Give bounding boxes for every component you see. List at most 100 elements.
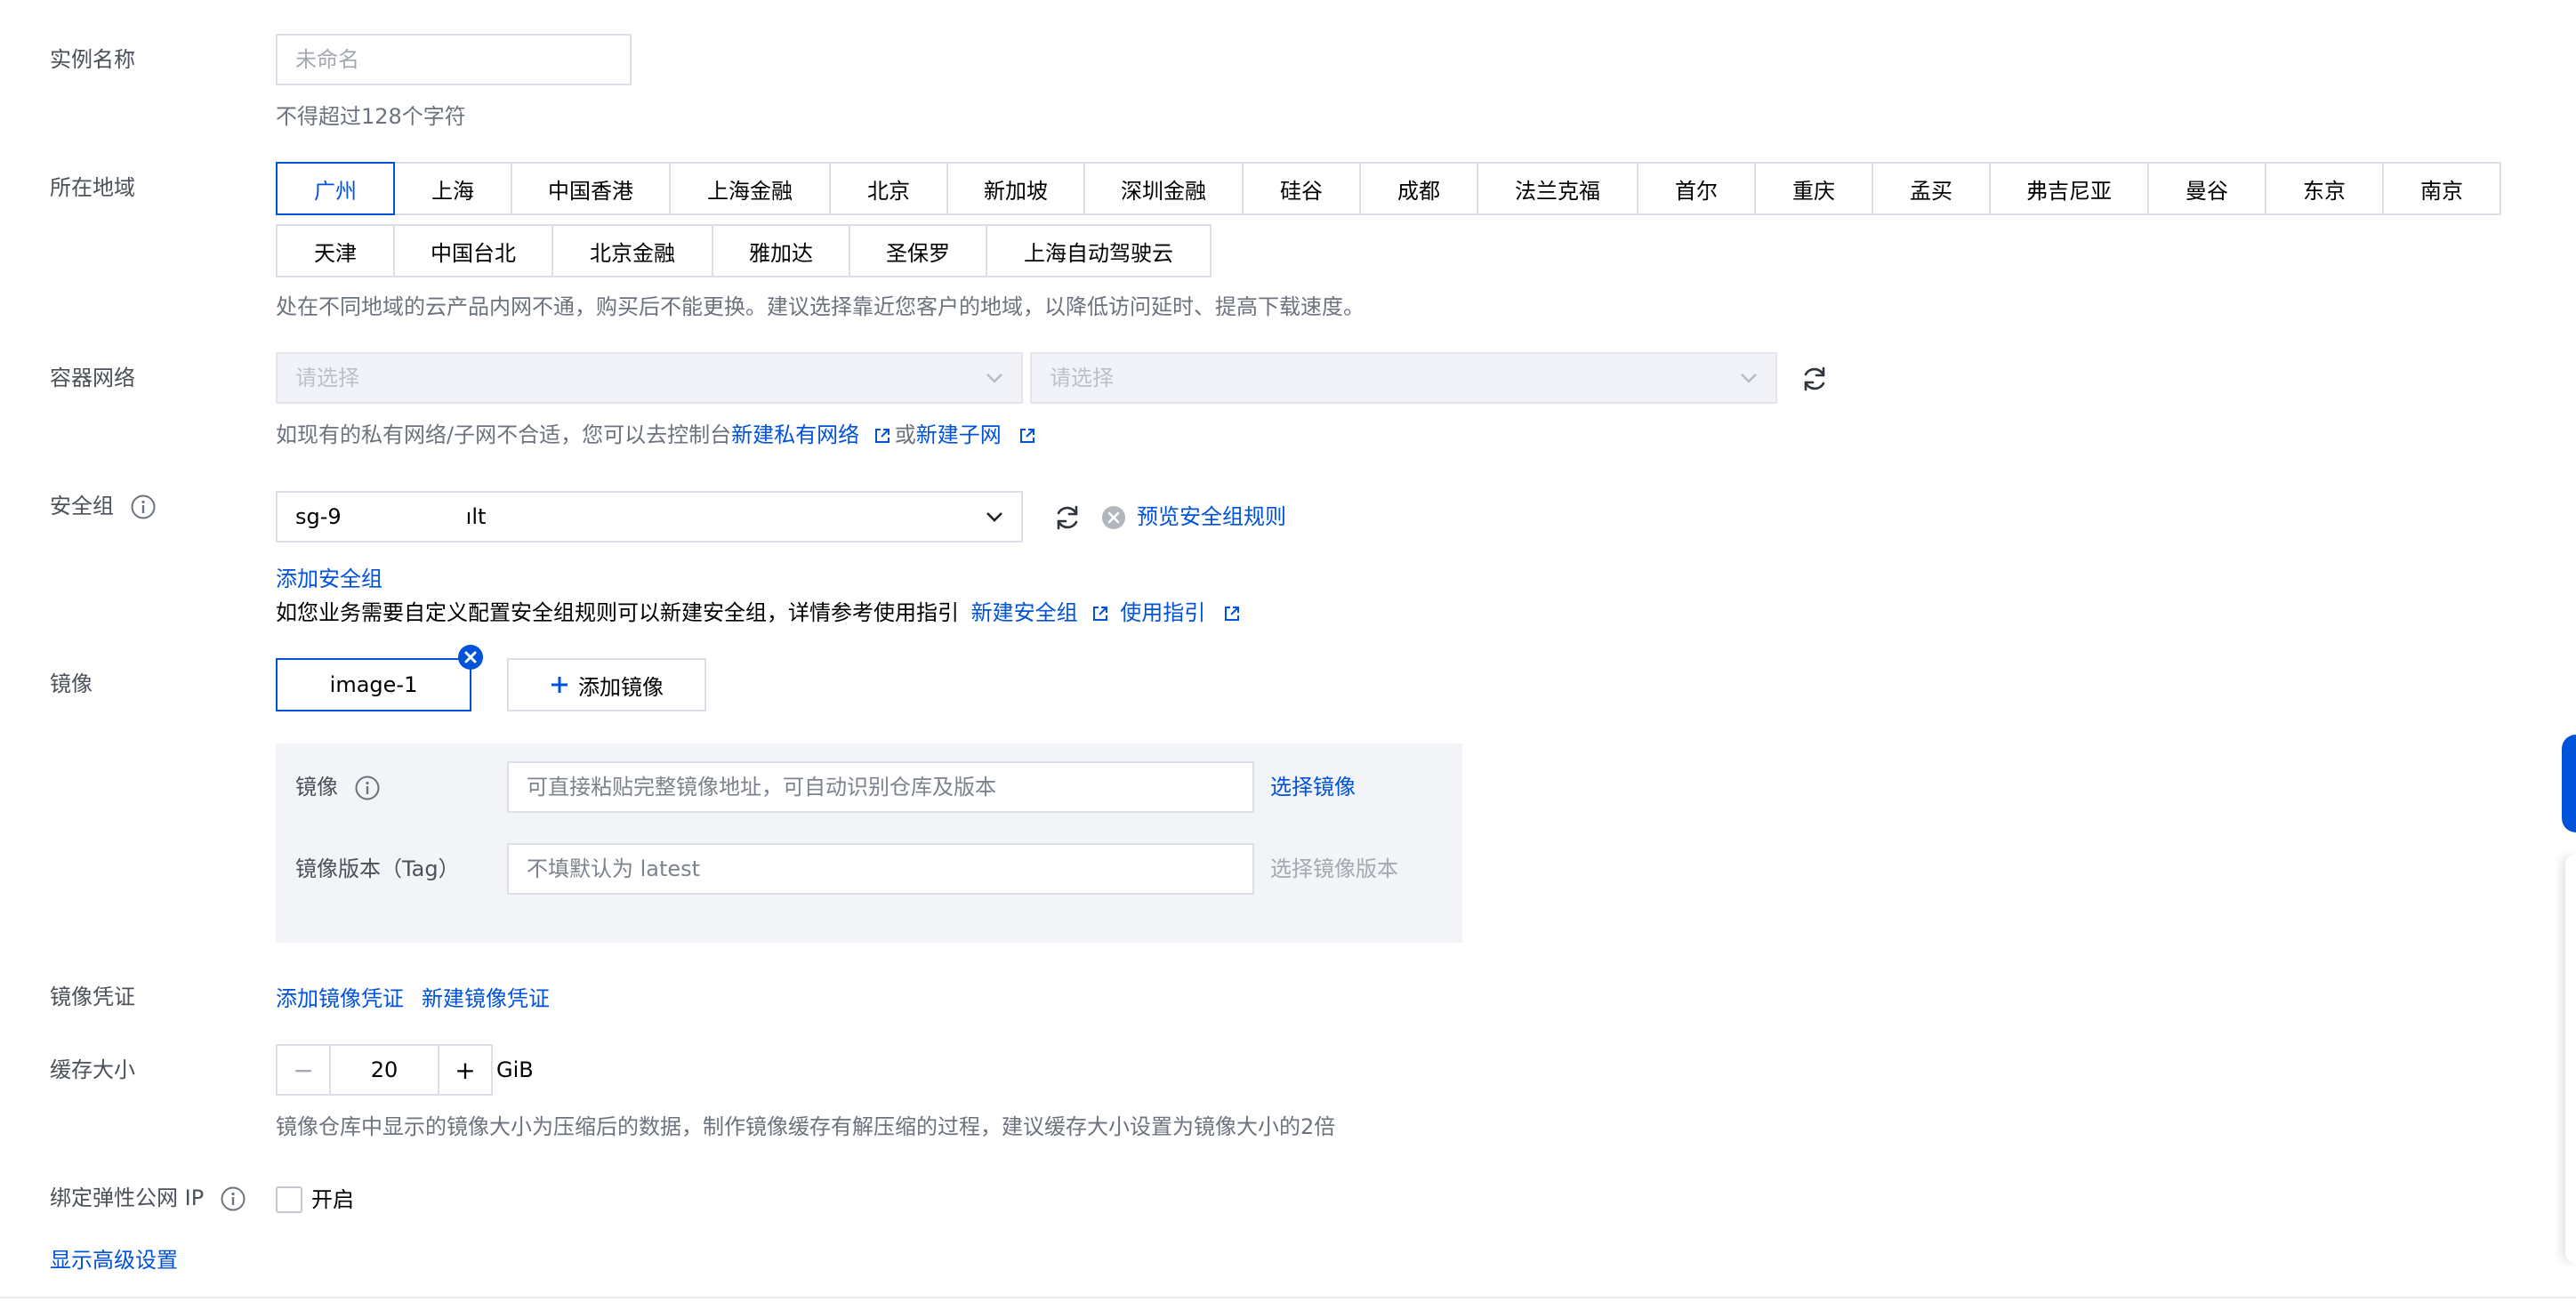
region-option[interactable]: 法兰克福 — [1477, 162, 1638, 215]
eip-checkbox-label[interactable]: 开启 — [311, 1185, 354, 1215]
image-address-placeholder: 可直接粘贴完整镜像地址，可自动识别仓库及版本 — [527, 775, 996, 800]
show-advanced-settings-link[interactable]: 显示高级设置 — [50, 1245, 178, 1275]
region-row-1: 广州 上海 中国香港 上海金融 北京 新加坡 深圳金融 硅谷 成都 法兰克福 首… — [276, 162, 2501, 215]
preview-sg-rules-link[interactable]: 预览安全组规则 — [1137, 502, 1286, 532]
vpc-select[interactable]: 请选择 — [276, 352, 1023, 404]
region-option[interactable]: 上海金融 — [669, 162, 831, 215]
region-option[interactable]: 新加坡 — [946, 162, 1085, 215]
select-image-link[interactable]: 选择镜像 — [1270, 772, 1356, 802]
new-credential-link[interactable]: 新建镜像凭证 — [422, 984, 550, 1014]
decrement-button[interactable]: − — [276, 1044, 331, 1096]
region-option[interactable]: 深圳金融 — [1083, 162, 1244, 215]
security-group-value-suffix: ılt — [465, 504, 487, 529]
select-image-tag-link[interactable]: 选择镜像版本 — [1270, 854, 1398, 884]
image-tag-label: 镜像版本（Tag） — [295, 856, 460, 881]
cache-size-value[interactable]: 20 — [331, 1044, 438, 1096]
subnet-placeholder: 请选择 — [1050, 366, 1114, 390]
add-credential-link[interactable]: 添加镜像凭证 — [276, 984, 404, 1014]
region-option[interactable]: 雅加达 — [712, 224, 850, 277]
image-label: 镜像 — [50, 671, 93, 696]
instance-create-form: 实例名称 未命名 不得超过128个字符 所在地域 广州 上海 中国香港 上海金融… — [0, 0, 2576, 1302]
info-icon[interactable] — [130, 494, 157, 520]
security-group-label-text: 安全组 — [50, 494, 114, 518]
region-option[interactable]: 曼谷 — [2147, 162, 2266, 215]
info-icon[interactable] — [354, 775, 381, 801]
new-security-group-link[interactable]: 新建安全组 — [971, 600, 1078, 625]
chevron-down-icon — [986, 512, 1002, 522]
region-option[interactable]: 孟买 — [1872, 162, 1991, 215]
refresh-icon[interactable] — [1053, 503, 1082, 532]
region-option[interactable]: 圣保罗 — [849, 224, 987, 277]
subnet-select[interactable]: 请选择 — [1030, 352, 1777, 404]
eip-checkbox[interactable] — [276, 1186, 302, 1213]
network-help: 如现有的私有网络/子网不合适，您可以去控制台新建私有网络 或新建子网 — [276, 420, 1036, 450]
security-group-value-prefix: sg-9 — [295, 504, 342, 529]
instance-name-placeholder: 未命名 — [295, 47, 359, 72]
image-field-label-text: 镜像 — [295, 775, 338, 800]
region-row-2: 天津 中国台北 北京金融 雅加达 圣保罗 上海自动驾驶云 — [276, 224, 1212, 277]
floating-side-tab[interactable] — [2562, 735, 2576, 832]
external-link-icon[interactable] — [1091, 605, 1109, 623]
info-icon[interactable] — [220, 1185, 246, 1212]
side-panel-edge — [2565, 854, 2576, 1263]
credential-label: 镜像凭证 — [50, 985, 135, 1009]
region-option[interactable]: 重庆 — [1754, 162, 1873, 215]
region-help: 处在不同地域的云产品内网不通，购买后不能更换。建议选择靠近您客户的地域，以降低访… — [276, 294, 1364, 319]
add-image-button[interactable]: 添加镜像 — [507, 658, 706, 711]
new-subnet-link[interactable]: 新建子网 — [916, 422, 1002, 447]
region-option[interactable]: 东京 — [2265, 162, 2384, 215]
eip-label-text: 绑定弹性公网 IP — [50, 1185, 205, 1210]
external-link-icon[interactable] — [1223, 605, 1241, 623]
region-option[interactable]: 硅谷 — [1242, 162, 1361, 215]
region-option[interactable]: 中国香港 — [511, 162, 671, 215]
region-option[interactable]: 天津 — [276, 224, 395, 277]
network-help-prefix: 如现有的私有网络/子网不合适，您可以去控制台 — [276, 422, 732, 447]
bottom-divider — [0, 1297, 2576, 1298]
region-option[interactable]: 首尔 — [1637, 162, 1756, 215]
new-vpc-link[interactable]: 新建私有网络 — [731, 422, 859, 447]
image-tag-input[interactable]: 不填默认为 latest — [507, 843, 1254, 895]
region-option[interactable]: 北京金融 — [551, 224, 713, 277]
external-link-icon[interactable] — [1018, 427, 1036, 445]
external-link-icon[interactable] — [873, 427, 891, 445]
region-option[interactable]: 南京 — [2382, 162, 2501, 215]
image-field-label: 镜像 — [295, 772, 381, 802]
eip-label: 绑定弹性公网 IP — [50, 1183, 246, 1213]
region-label: 所在地域 — [50, 175, 135, 200]
cache-size-stepper: − 20 + — [276, 1044, 493, 1096]
cache-size-label: 缓存大小 — [50, 1057, 135, 1082]
add-image-label: 添加镜像 — [578, 674, 664, 700]
image-tab[interactable]: image-1 — [276, 658, 471, 711]
security-group-help-text: 如您业务需要自定义配置安全组规则可以新建安全组，详情参考使用指引 — [276, 600, 959, 625]
chevron-down-icon — [1741, 374, 1757, 383]
image-tab-name: image-1 — [329, 672, 418, 697]
add-security-group-link[interactable]: 添加安全组 — [276, 564, 382, 594]
security-group-select[interactable]: sg-9 ılt — [276, 491, 1023, 542]
image-address-input[interactable]: 可直接粘贴完整镜像地址，可自动识别仓库及版本 — [507, 761, 1254, 813]
region-option[interactable]: 成都 — [1359, 162, 1478, 215]
security-group-help: 如您业务需要自定义配置安全组规则可以新建安全组，详情参考使用指引 新建安全组 使… — [276, 598, 1241, 628]
region-option[interactable]: 北京 — [829, 162, 948, 215]
network-label: 容器网络 — [50, 366, 135, 390]
refresh-icon[interactable] — [1800, 365, 1829, 393]
vpc-placeholder: 请选择 — [295, 366, 359, 390]
plus-icon — [551, 677, 568, 693]
close-circle-icon[interactable] — [1101, 505, 1126, 530]
region-option[interactable]: 上海 — [393, 162, 512, 215]
increment-button[interactable]: + — [438, 1044, 493, 1096]
image-tag-placeholder: 不填默认为 latest — [527, 856, 701, 881]
usage-guide-link[interactable]: 使用指引 — [1120, 600, 1205, 625]
instance-name-help: 不得超过128个字符 — [276, 104, 466, 129]
security-group-label: 安全组 — [50, 491, 157, 521]
remove-image-icon[interactable] — [457, 644, 484, 671]
region-option[interactable]: 中国台北 — [393, 224, 553, 277]
region-option[interactable]: 广州 — [276, 162, 395, 215]
region-option[interactable]: 上海自动驾驶云 — [986, 224, 1212, 277]
instance-name-label: 实例名称 — [50, 47, 135, 72]
cache-size-help: 镜像仓库中显示的镜像大小为压缩后的数据，制作镜像缓存有解压缩的过程，建议缓存大小… — [276, 1114, 1336, 1139]
chevron-down-icon — [986, 374, 1002, 383]
region-option[interactable]: 弗吉尼亚 — [1989, 162, 2149, 215]
cache-size-unit: GiB — [496, 1057, 534, 1082]
network-or-text: 或 — [894, 422, 916, 447]
instance-name-input[interactable]: 未命名 — [276, 34, 632, 85]
